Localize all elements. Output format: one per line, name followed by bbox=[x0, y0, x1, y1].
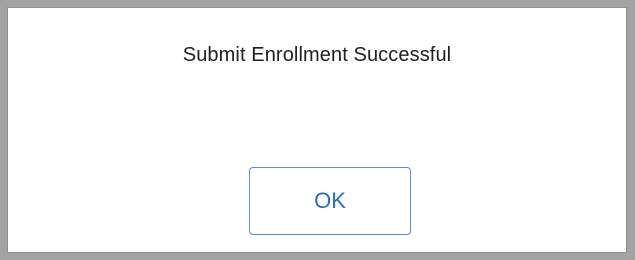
confirmation-dialog: Submit Enrollment Successful OK bbox=[7, 7, 627, 253]
dialog-message: Submit Enrollment Successful bbox=[182, 44, 452, 66]
ok-button[interactable]: OK bbox=[249, 167, 411, 235]
